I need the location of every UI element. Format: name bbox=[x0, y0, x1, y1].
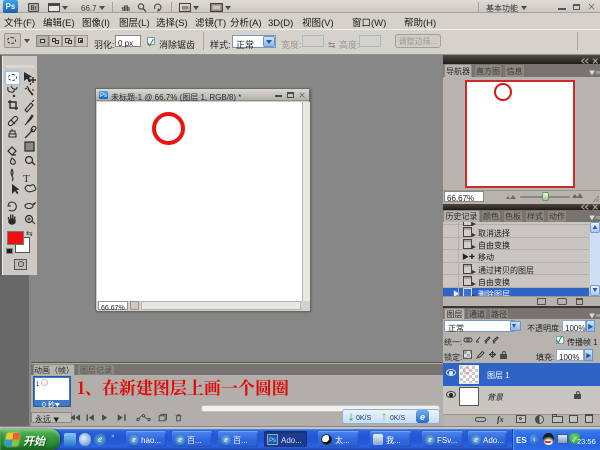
svg-text:T: T bbox=[23, 173, 30, 185]
